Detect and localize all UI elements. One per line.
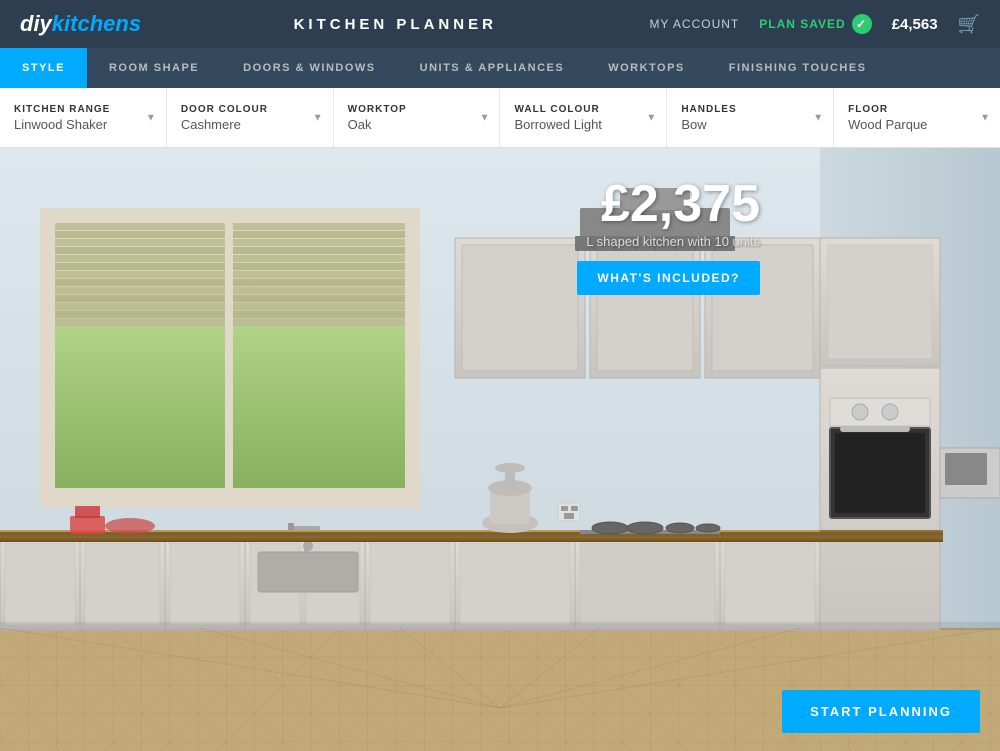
wall-colour-value: Borrowed Light <box>514 117 652 132</box>
handles-label: HANDLES <box>681 104 819 115</box>
kitchen-range-arrow: ▼ <box>146 112 156 123</box>
door-colour-arrow: ▼ <box>313 112 323 123</box>
logo-kitchens: kitchens <box>52 11 141 37</box>
price-overlay: £2,375 L shaped kitchen with 10 units WH… <box>577 178 760 295</box>
kitchen-range-value: Linwood Shaker <box>14 117 152 132</box>
logo-diy: diy <box>20 11 52 37</box>
tab-units-appliances[interactable]: UNITS & APPLIANCES <box>398 48 587 88</box>
option-kitchen-range[interactable]: KITCHEN RANGE Linwood Shaker ▼ <box>0 88 167 147</box>
option-door-colour[interactable]: DOOR COLOUR Cashmere ▼ <box>167 88 334 147</box>
door-colour-value: Cashmere <box>181 117 319 132</box>
app-title: KITCHEN PLANNER <box>294 16 497 33</box>
floor-label: FLOOR <box>848 104 986 115</box>
scene-price: £2,375 <box>577 178 760 230</box>
worktop-label: WORKTOP <box>348 104 486 115</box>
whats-included-button[interactable]: WHAT'S INCLUDED? <box>577 261 760 295</box>
floor-value: Wood Parque <box>848 117 986 132</box>
my-account-link[interactable]: MY ACCOUNT <box>649 17 739 31</box>
tab-worktops[interactable]: WORKTOPS <box>586 48 707 88</box>
tab-navigation: STYLE ROOM SHAPE DOORS & WINDOWS UNITS &… <box>0 48 1000 88</box>
tab-finishing-touches[interactable]: FINISHING TOUCHES <box>707 48 889 88</box>
kitchen-visualization <box>0 148 1000 751</box>
wall-colour-label: WALL COLOUR <box>514 104 652 115</box>
worktop-arrow: ▼ <box>480 112 490 123</box>
basket-price: £4,563 <box>892 16 938 33</box>
scene-description: L shaped kitchen with 10 units <box>577 234 760 249</box>
worktop-value: Oak <box>348 117 486 132</box>
kitchen-scene: £2,375 L shaped kitchen with 10 units WH… <box>0 148 1000 751</box>
option-floor[interactable]: FLOOR Wood Parque ▼ <box>834 88 1000 147</box>
plan-saved-indicator: PLAN SAVED ✓ <box>759 14 871 34</box>
handles-value: Bow <box>681 117 819 132</box>
floor-arrow: ▼ <box>980 112 990 123</box>
tab-doors-windows[interactable]: DOORS & WINDOWS <box>221 48 398 88</box>
kitchen-range-label: KITCHEN RANGE <box>14 104 152 115</box>
tab-room-shape[interactable]: ROOM SHAPE <box>87 48 221 88</box>
door-colour-label: DOOR COLOUR <box>181 104 319 115</box>
options-bar: KITCHEN RANGE Linwood Shaker ▼ DOOR COLO… <box>0 88 1000 148</box>
wall-colour-arrow: ▼ <box>646 112 656 123</box>
handles-arrow: ▼ <box>813 112 823 123</box>
tab-style[interactable]: STYLE <box>0 48 87 88</box>
start-planning-button[interactable]: START PLANNING <box>782 690 980 733</box>
plan-saved-checkmark: ✓ <box>852 14 872 34</box>
cart-icon[interactable]: 🛒 <box>958 14 980 35</box>
nav-right: MY ACCOUNT PLAN SAVED ✓ £4,563 🛒 <box>649 14 980 35</box>
option-worktop[interactable]: WORKTOP Oak ▼ <box>334 88 501 147</box>
top-navigation: diykitchens KITCHEN PLANNER MY ACCOUNT P… <box>0 0 1000 48</box>
option-handles[interactable]: HANDLES Bow ▼ <box>667 88 834 147</box>
option-wall-colour[interactable]: WALL COLOUR Borrowed Light ▼ <box>500 88 667 147</box>
logo[interactable]: diykitchens <box>20 11 141 37</box>
